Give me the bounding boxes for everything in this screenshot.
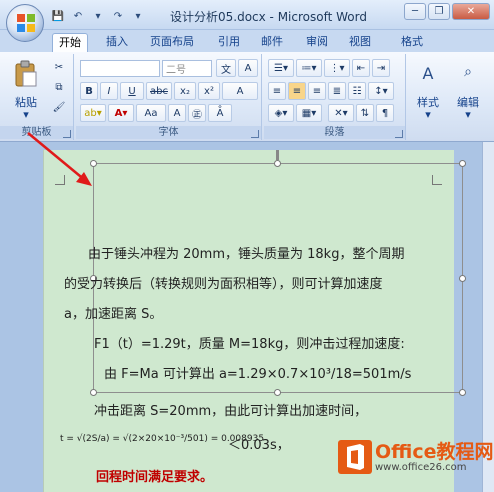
red-arrow-icon bbox=[27, 132, 92, 186]
office-logo-icon bbox=[17, 14, 35, 32]
watermark: Office教程网 www.office26.com bbox=[338, 440, 494, 474]
office-button[interactable] bbox=[6, 4, 44, 42]
watermark-name: Office教程网 bbox=[375, 440, 494, 463]
watermark-url: www.office26.com bbox=[375, 461, 467, 473]
office-tutorial-logo-icon bbox=[338, 440, 372, 474]
